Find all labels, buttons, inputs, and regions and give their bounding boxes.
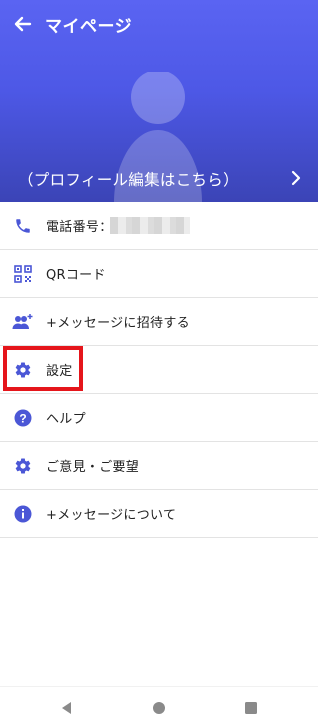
arrow-left-icon [14,16,32,32]
menu-item-label: +メッセージについて [46,508,177,523]
chevron-right-icon [291,170,301,186]
menu-item-settings[interactable]: 設定 [0,346,318,394]
profile-header: マイページ （プロフィール編集はこちら） [0,0,318,202]
menu-item-phone-number[interactable]: 電話番号： [0,202,318,250]
menu-item-feedback[interactable]: ご意見・ご要望 [0,442,318,490]
edit-profile-link[interactable]: （プロフィール編集はこちら） [0,160,318,196]
edit-profile-label: （プロフィール編集はこちら） [18,171,239,189]
menu-item-about[interactable]: +メッセージについて [0,490,318,538]
gear-icon [12,455,34,477]
menu-item-invite[interactable]: +メッセージに招待する [0,298,318,346]
menu-list: 電話番号： QRコード +メッセージに招待する 設定 ? ヘルプ ご意見・ご要望… [0,202,318,538]
menu-item-label: ヘルプ [46,412,86,427]
gear-icon [12,359,34,381]
recents-icon[interactable] [242,699,260,717]
back-button[interactable] [10,11,36,37]
system-navigation-bar [0,686,318,728]
page-title: マイページ [45,17,133,37]
help-icon: ? [12,407,34,429]
menu-item-label: 電話番号： [46,220,113,235]
menu-item-label: 設定 [46,364,73,379]
qr-code-icon [12,263,34,285]
phone-icon [12,215,34,237]
menu-item-help[interactable]: ? ヘルプ [0,394,318,442]
app-bar: マイページ [0,0,318,48]
back-icon[interactable] [58,699,76,717]
menu-item-label: +メッセージに招待する [46,316,190,331]
menu-item-qr-code[interactable]: QRコード [0,250,318,298]
phone-number-redacted [110,217,190,234]
svg-text:?: ? [19,411,26,425]
info-icon [12,503,34,525]
invite-people-icon [12,311,34,333]
menu-item-label: ご意見・ご要望 [46,460,140,475]
home-icon[interactable] [150,699,168,717]
menu-item-label: QRコード [46,268,106,283]
